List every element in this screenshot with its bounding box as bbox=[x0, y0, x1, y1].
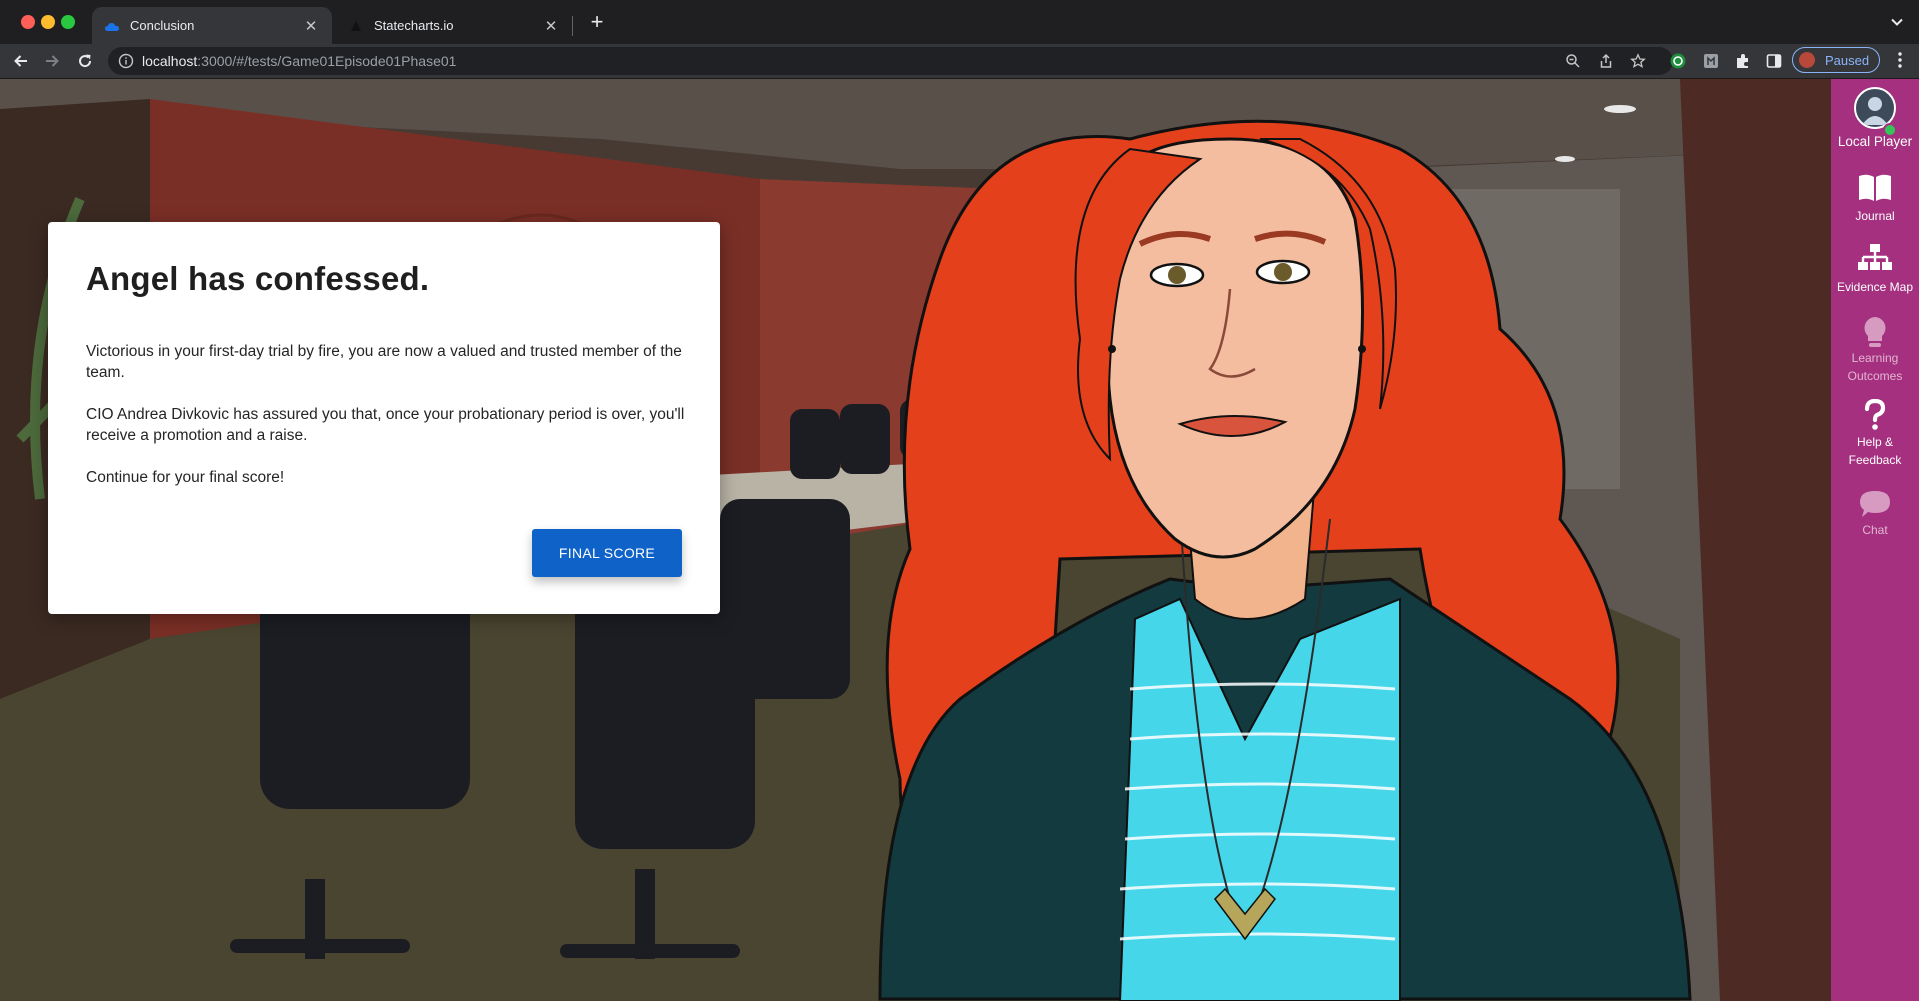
bookmark-star-icon[interactable] bbox=[1630, 53, 1646, 69]
extension-grey-icon[interactable] bbox=[1702, 52, 1720, 70]
reload-icon[interactable] bbox=[76, 52, 94, 70]
forward-arrow-icon[interactable] bbox=[43, 52, 61, 70]
iris-left bbox=[1168, 266, 1186, 284]
sidebar-item-label: Learning Outcomes bbox=[1847, 351, 1903, 383]
close-window-button[interactable] bbox=[21, 15, 35, 29]
game-viewport: Angel has confessed. Victorious in your … bbox=[0, 79, 1831, 1001]
sidebar-item-evidence-map[interactable]: Evidence Map bbox=[1831, 243, 1919, 296]
maximize-window-button[interactable] bbox=[61, 15, 75, 29]
address-bar[interactable]: localhost:3000/#/tests/Game01Episode01Ph… bbox=[108, 47, 1673, 75]
iris-right bbox=[1274, 263, 1292, 281]
chevron-down-icon[interactable] bbox=[1889, 14, 1905, 30]
sidebar-item-learning-outcomes[interactable]: Learning Outcomes bbox=[1831, 315, 1919, 385]
profile-avatar bbox=[1799, 52, 1815, 68]
info-icon[interactable] bbox=[118, 53, 134, 69]
final-score-button[interactable]: FINAL SCORE bbox=[532, 529, 682, 577]
puzzle-extensions-icon[interactable] bbox=[1734, 52, 1752, 70]
chat-bubble-icon bbox=[1860, 491, 1890, 517]
ceiling-light bbox=[1555, 156, 1575, 162]
tab-title: Conclusion bbox=[130, 18, 195, 33]
sidebar-item-help-feedback[interactable]: Help & Feedback bbox=[1831, 399, 1919, 469]
earring-left bbox=[1108, 345, 1116, 353]
statecharts-icon bbox=[351, 20, 361, 31]
earring-right bbox=[1358, 345, 1366, 353]
dialog-paragraph: Continue for your final score! bbox=[86, 469, 285, 486]
profile-button[interactable]: Paused bbox=[1792, 47, 1880, 73]
extension-green-icon[interactable] bbox=[1669, 52, 1687, 70]
dialog-paragraph: Victorious in your first-day trial by fi… bbox=[86, 343, 682, 381]
profile-status-label: Paused bbox=[1825, 52, 1870, 68]
sidebar-item-chat[interactable]: Chat bbox=[1831, 489, 1919, 539]
dialog-title: Angel has confessed. bbox=[86, 260, 430, 297]
browser-tab-bar: Conclusion ✕ Statecharts.io ✕ + bbox=[0, 0, 1919, 44]
sidebar-item-label: Journal bbox=[1855, 209, 1895, 223]
conclusion-dialog: Angel has confessed. Victorious in your … bbox=[48, 222, 720, 614]
game-sidebar: Local Player Journal Evidence Map Learni… bbox=[1831, 79, 1919, 1001]
dialog-paragraph: CIO Andrea Divkovic has assured you that… bbox=[86, 406, 685, 444]
close-tab-icon[interactable]: ✕ bbox=[302, 17, 320, 35]
zoom-icon[interactable] bbox=[1565, 53, 1581, 69]
book-icon bbox=[1859, 174, 1891, 201]
close-tab-icon[interactable]: ✕ bbox=[542, 17, 560, 35]
player-avatar-icon bbox=[1862, 97, 1888, 125]
sidebar-item-label: Evidence Map bbox=[1836, 280, 1914, 294]
hierarchy-icon bbox=[1858, 244, 1892, 270]
sidebar-item-label: Local Player bbox=[1837, 134, 1913, 149]
side-panel-icon[interactable] bbox=[1765, 52, 1783, 70]
url-host: localhost bbox=[142, 53, 198, 69]
url-path: :3000/#/tests/Game01Episode01Phase01 bbox=[197, 53, 457, 69]
ceiling-light bbox=[1604, 105, 1636, 113]
new-tab-button[interactable]: + bbox=[585, 11, 609, 35]
back-arrow-icon[interactable] bbox=[12, 52, 30, 70]
lightbulb-icon bbox=[1864, 317, 1886, 347]
online-status-dot bbox=[1883, 123, 1897, 137]
tab-title: Statecharts.io bbox=[374, 18, 454, 33]
browser-toolbar: localhost:3000/#/tests/Game01Episode01Ph… bbox=[0, 44, 1919, 79]
sidebar-item-label: Help & Feedback bbox=[1848, 435, 1902, 467]
minimize-window-button[interactable] bbox=[41, 15, 55, 29]
question-icon bbox=[1864, 399, 1886, 430]
share-icon[interactable] bbox=[1598, 53, 1614, 69]
sidebar-item-local-player[interactable]: Local Player bbox=[1831, 87, 1919, 151]
sidebar-item-label: Chat bbox=[1862, 523, 1888, 537]
url-text: localhost:3000/#/tests/Game01Episode01Ph… bbox=[142, 53, 456, 69]
sidebar-item-journal[interactable]: Journal bbox=[1831, 173, 1919, 225]
tab-divider bbox=[572, 16, 573, 36]
tab-conclusion[interactable]: Conclusion ✕ bbox=[92, 7, 332, 44]
browser-menu-icon[interactable] bbox=[1892, 51, 1908, 69]
tab-statecharts[interactable]: Statecharts.io ✕ bbox=[336, 7, 572, 44]
cloud-icon bbox=[105, 22, 119, 31]
